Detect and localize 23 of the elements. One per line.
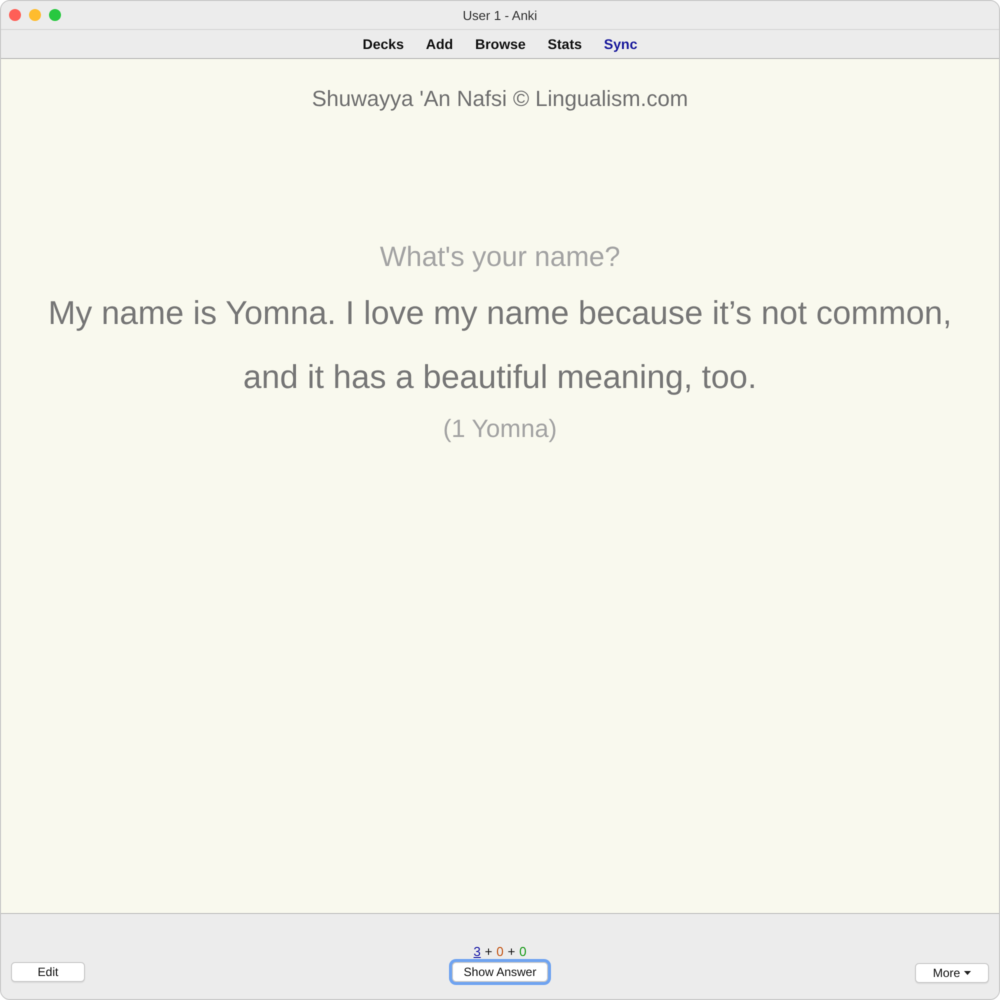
caret-icon xyxy=(964,971,972,975)
answer-text: and it has a beautiful meaning, too. xyxy=(243,357,757,397)
toolbar-link[interactable]: Stats xyxy=(536,34,593,54)
toolbar-link[interactable]: Browse xyxy=(464,34,537,54)
minimize-icon[interactable] xyxy=(29,9,41,21)
plus-sign: + xyxy=(508,944,516,959)
note-text: (1 Yomna) xyxy=(443,414,557,445)
due-count: 0 xyxy=(496,944,504,959)
answer-text: My name is Yomna. I love my name because it’s not common, xyxy=(48,293,952,333)
plus-sign: + xyxy=(484,944,492,959)
question-text: What's your name? xyxy=(380,240,620,274)
toolbar-link[interactable]: Sync xyxy=(592,34,648,54)
close-icon[interactable] xyxy=(9,9,21,21)
zoom-icon[interactable] xyxy=(49,9,61,21)
show-answer-button[interactable]: Show Answer xyxy=(452,962,548,982)
due-count: 3 xyxy=(474,944,481,959)
deck-title: Shuwayya 'An Nafsi © Lingualism.com xyxy=(312,85,688,113)
toolbar-link[interactable]: Add xyxy=(414,34,464,54)
window-title: User 1 - Anki xyxy=(462,8,538,22)
more-button[interactable]: More xyxy=(915,963,989,983)
edit-button[interactable]: Edit xyxy=(11,962,85,982)
toolbar-link[interactable]: Decks xyxy=(352,34,415,54)
due-count: 0 xyxy=(519,944,526,959)
